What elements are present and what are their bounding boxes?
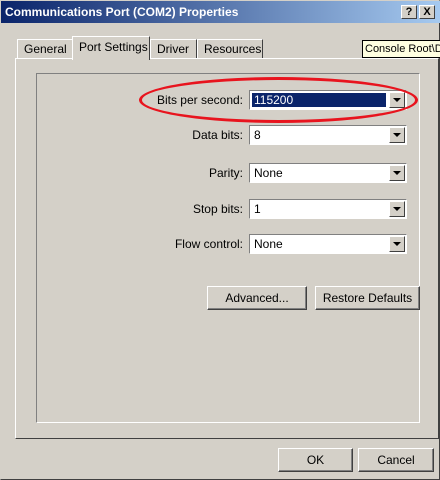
close-button[interactable]: X	[419, 5, 435, 19]
chevron-down-icon[interactable]	[389, 201, 405, 217]
cancel-button[interactable]: Cancel	[358, 448, 434, 472]
tooltip: Console Root\D	[362, 40, 440, 58]
chevron-down-icon[interactable]	[389, 165, 405, 181]
data-bits-value: 8	[254, 128, 261, 142]
flow-control-label: Flow control:	[174, 237, 243, 251]
bits-per-second-value: 115200	[252, 93, 386, 107]
flow-control-value: None	[254, 237, 283, 251]
restore-defaults-button[interactable]: Restore Defaults	[315, 286, 420, 310]
tab-port-settings[interactable]: Port Settings	[72, 36, 150, 60]
advanced-button[interactable]: Advanced...	[207, 286, 307, 310]
tab-general[interactable]: General	[17, 39, 74, 58]
bits-per-second-label: Bits per second:	[156, 93, 243, 107]
chevron-down-icon[interactable]	[389, 127, 405, 143]
parity-select[interactable]: None	[249, 163, 407, 183]
window-title: Communications Port (COM2) Properties	[5, 5, 239, 19]
stop-bits-label: Stop bits:	[192, 202, 243, 216]
flow-control-select[interactable]: None	[249, 234, 407, 254]
parity-value: None	[254, 166, 283, 180]
chevron-down-icon[interactable]	[389, 92, 405, 108]
stop-bits-select[interactable]: 1	[249, 199, 407, 219]
parity-label: Parity:	[208, 166, 243, 180]
chevron-down-icon[interactable]	[389, 236, 405, 252]
title-bar[interactable]: Communications Port (COM2) Properties ? …	[1, 1, 440, 23]
tab-resources[interactable]: Resources	[197, 39, 263, 58]
tab-driver[interactable]: Driver	[150, 39, 197, 58]
data-bits-select[interactable]: 8	[249, 125, 407, 145]
properties-dialog: Communications Port (COM2) Properties ? …	[0, 0, 440, 480]
bits-per-second-select[interactable]: 115200	[249, 90, 407, 110]
stop-bits-value: 1	[254, 202, 261, 216]
help-button[interactable]: ?	[401, 5, 417, 19]
ok-button[interactable]: OK	[278, 448, 353, 472]
data-bits-label: Data bits:	[192, 128, 243, 142]
